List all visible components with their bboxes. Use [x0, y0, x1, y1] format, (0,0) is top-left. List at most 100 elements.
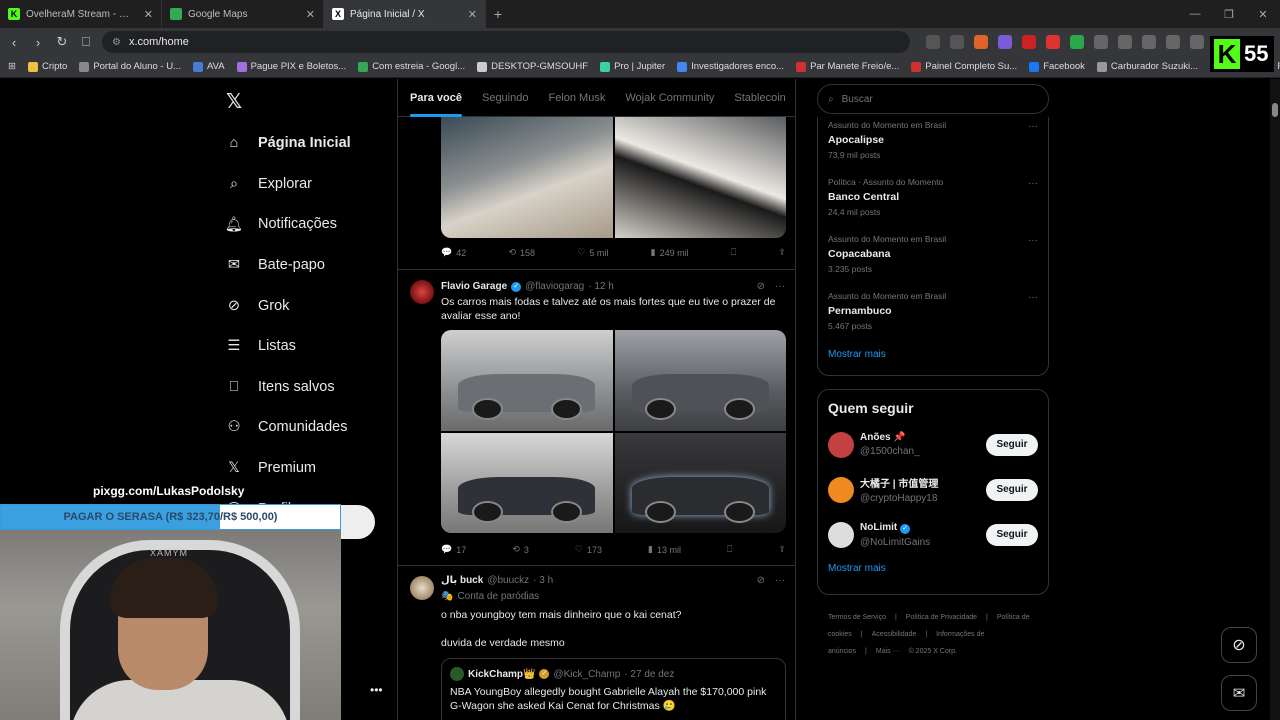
- sidebar-item-list[interactable]: ☰ Listas: [224, 326, 351, 367]
- share-post-icon[interactable]: ⇪: [778, 544, 786, 555]
- messages-fab-button[interactable]: ✉: [1221, 675, 1257, 711]
- follow-button[interactable]: Seguir: [986, 478, 1038, 501]
- extension-icon[interactable]: [1070, 35, 1084, 49]
- avatar[interactable]: [828, 521, 854, 548]
- avatar[interactable]: [828, 476, 854, 503]
- post-image[interactable]: [441, 117, 786, 238]
- views-button[interactable]: ▮ 13 mil: [648, 544, 681, 555]
- more-icon[interactable]: ···: [1028, 121, 1038, 132]
- like-button[interactable]: ♡ 173: [575, 544, 602, 555]
- footer-link[interactable]: © 2025 X Corp.: [909, 648, 957, 655]
- extension-icon[interactable]: [1142, 35, 1156, 49]
- post-time[interactable]: · 12 h: [588, 281, 614, 292]
- sidebar-item-mail[interactable]: ✉ Bate-papo: [224, 245, 351, 286]
- extension-icon[interactable]: [1118, 35, 1132, 49]
- avatar[interactable]: [410, 280, 434, 304]
- sidebar-item-x[interactable]: 𝕏 Premium: [224, 448, 351, 489]
- author-handle[interactable]: @buuckz: [487, 575, 529, 586]
- grok-icon[interactable]: ⊘: [757, 575, 765, 586]
- restore-icon[interactable]: ❐: [1212, 8, 1246, 21]
- views-button[interactable]: ▮ 249 mil: [651, 247, 689, 258]
- post-time[interactable]: · 3 h: [533, 575, 553, 586]
- follow-button[interactable]: Seguir: [986, 433, 1038, 456]
- repost-button[interactable]: ⟲ 3: [512, 544, 529, 555]
- address-bar[interactable]: ⚙ x.com/home: [102, 31, 910, 53]
- share-post-icon[interactable]: ⇪: [778, 247, 786, 258]
- bookmark-icon[interactable]: ⎕: [727, 544, 732, 555]
- car-image[interactable]: [441, 432, 613, 533]
- footer-link[interactable]: Política de Privacidade: [906, 614, 977, 621]
- trend-item[interactable]: Assunto do Momento em Brasil Pernambuco …: [818, 288, 1048, 345]
- bookmark-item[interactable]: Facebook: [1029, 61, 1085, 72]
- car-image[interactable]: [614, 432, 786, 533]
- sidebar-item-bookmark[interactable]: ⎕ Itens salvos: [224, 367, 351, 408]
- repost-button[interactable]: ⟲ 158: [508, 247, 535, 258]
- more-icon[interactable]: ···: [775, 575, 785, 586]
- quoted-post[interactable]: KickChamp👑 ✓ @Kick_Champ · 27 de dez NBA…: [441, 658, 786, 720]
- forward-icon[interactable]: ›: [30, 35, 46, 50]
- reply-button[interactable]: 💬 42: [441, 247, 466, 258]
- compose-post-button[interactable]: [341, 505, 375, 539]
- footer-link[interactable]: Termos de Serviço: [828, 614, 886, 621]
- bookmark-item[interactable]: Par Manete Freio/e...: [796, 61, 899, 72]
- minimize-icon[interactable]: —: [1178, 8, 1212, 21]
- bookmark-item[interactable]: AVA: [192, 61, 225, 72]
- reload-icon[interactable]: ↻: [54, 34, 70, 50]
- feed-tab[interactable]: Felon Musk: [548, 92, 605, 104]
- trend-item[interactable]: Política · Assunto do Momento Banco Cent…: [818, 174, 1048, 231]
- avatar[interactable]: [828, 431, 854, 458]
- close-tab-icon[interactable]: ✕: [144, 8, 153, 21]
- site-info-icon[interactable]: ⚙: [112, 37, 121, 48]
- bookmark-item[interactable]: Investigadores enco...: [677, 61, 784, 72]
- avatar[interactable]: [410, 576, 434, 600]
- bookmark-item[interactable]: Com estreia - Googl...: [358, 61, 465, 72]
- bookmark-icon[interactable]: ⎕: [731, 247, 736, 258]
- feed-tab[interactable]: Stablecoin: [734, 92, 785, 104]
- bookmark-page-icon[interactable]: ⎕: [78, 34, 94, 50]
- more-icon[interactable]: ···: [1028, 178, 1038, 189]
- sidebar-item-home[interactable]: ⌂ Página Inicial: [224, 123, 351, 164]
- page-scrollbar[interactable]: [1270, 79, 1280, 720]
- like-button[interactable]: ♡ 5 mil: [577, 247, 608, 258]
- author-name[interactable]: بال buck: [441, 575, 483, 586]
- follow-suggestion[interactable]: 大橘子 | 市值管理 @cryptoHappy18 Seguir: [818, 467, 1048, 512]
- new-tab-button[interactable]: +: [486, 6, 510, 22]
- close-window-icon[interactable]: ✕: [1246, 8, 1280, 21]
- x-logo-icon[interactable]: 𝕏: [226, 89, 246, 113]
- search-box[interactable]: ⌕ Buscar: [817, 84, 1049, 114]
- sidebar-item-search[interactable]: ⌕ Explorar: [224, 164, 351, 205]
- show-more-follow-link[interactable]: Mostrar mais: [818, 563, 1048, 574]
- author-handle[interactable]: @flaviogarag: [525, 281, 584, 292]
- bookmark-item[interactable]: Cripto: [27, 61, 67, 72]
- follow-button[interactable]: Seguir: [986, 523, 1038, 546]
- trend-item[interactable]: Assunto do Momento em Brasil Copacabana …: [818, 231, 1048, 288]
- more-icon[interactable]: ···: [1028, 292, 1038, 303]
- bookmark-item[interactable]: Carburador Suzuki...: [1096, 61, 1198, 72]
- feed-tab[interactable]: Wojak Community: [625, 92, 714, 104]
- sidebar-item-grok[interactable]: ⊘ Grok: [224, 285, 351, 326]
- grok-fab-button[interactable]: ⊘: [1221, 627, 1257, 663]
- back-icon[interactable]: ‹: [6, 35, 22, 50]
- author-name[interactable]: Flavio Garage: [441, 281, 507, 292]
- close-tab-icon[interactable]: ✕: [306, 8, 315, 21]
- show-more-trends-link[interactable]: Mostrar mais: [818, 349, 1048, 360]
- bookmark-item[interactable]: Portal do Aluno - U...: [79, 61, 181, 72]
- scrollbar-thumb[interactable]: [1272, 103, 1278, 117]
- footer-link[interactable]: Acessibilidade: [872, 631, 917, 638]
- extension-icon[interactable]: [1094, 35, 1108, 49]
- feed-tab[interactable]: Seguindo: [482, 92, 529, 104]
- trend-item[interactable]: Assunto do Momento em Brasil Apocalipse …: [818, 117, 1048, 174]
- bookmark-item[interactable]: DESKTOP-GMSOUHF: [477, 61, 588, 72]
- extension-icon[interactable]: [1046, 35, 1060, 49]
- more-icon[interactable]: ···: [1028, 235, 1038, 246]
- close-tab-icon[interactable]: ✕: [468, 8, 477, 21]
- browser-tab[interactable]: K OvelheraM Stream - Watch Live on K ✕: [0, 0, 162, 28]
- feed-tab[interactable]: Para você: [410, 92, 462, 117]
- search-input[interactable]: Buscar: [842, 94, 873, 105]
- account-more-icon[interactable]: •••: [370, 683, 383, 697]
- car-image[interactable]: [441, 330, 613, 431]
- grok-icon[interactable]: ⊘: [757, 281, 765, 292]
- browser-tab[interactable]: X Página Inicial / X ✕: [324, 0, 486, 28]
- brave-shield-icon[interactable]: [974, 35, 988, 49]
- bookmark-item[interactable]: Pro | Jupiter: [600, 61, 665, 72]
